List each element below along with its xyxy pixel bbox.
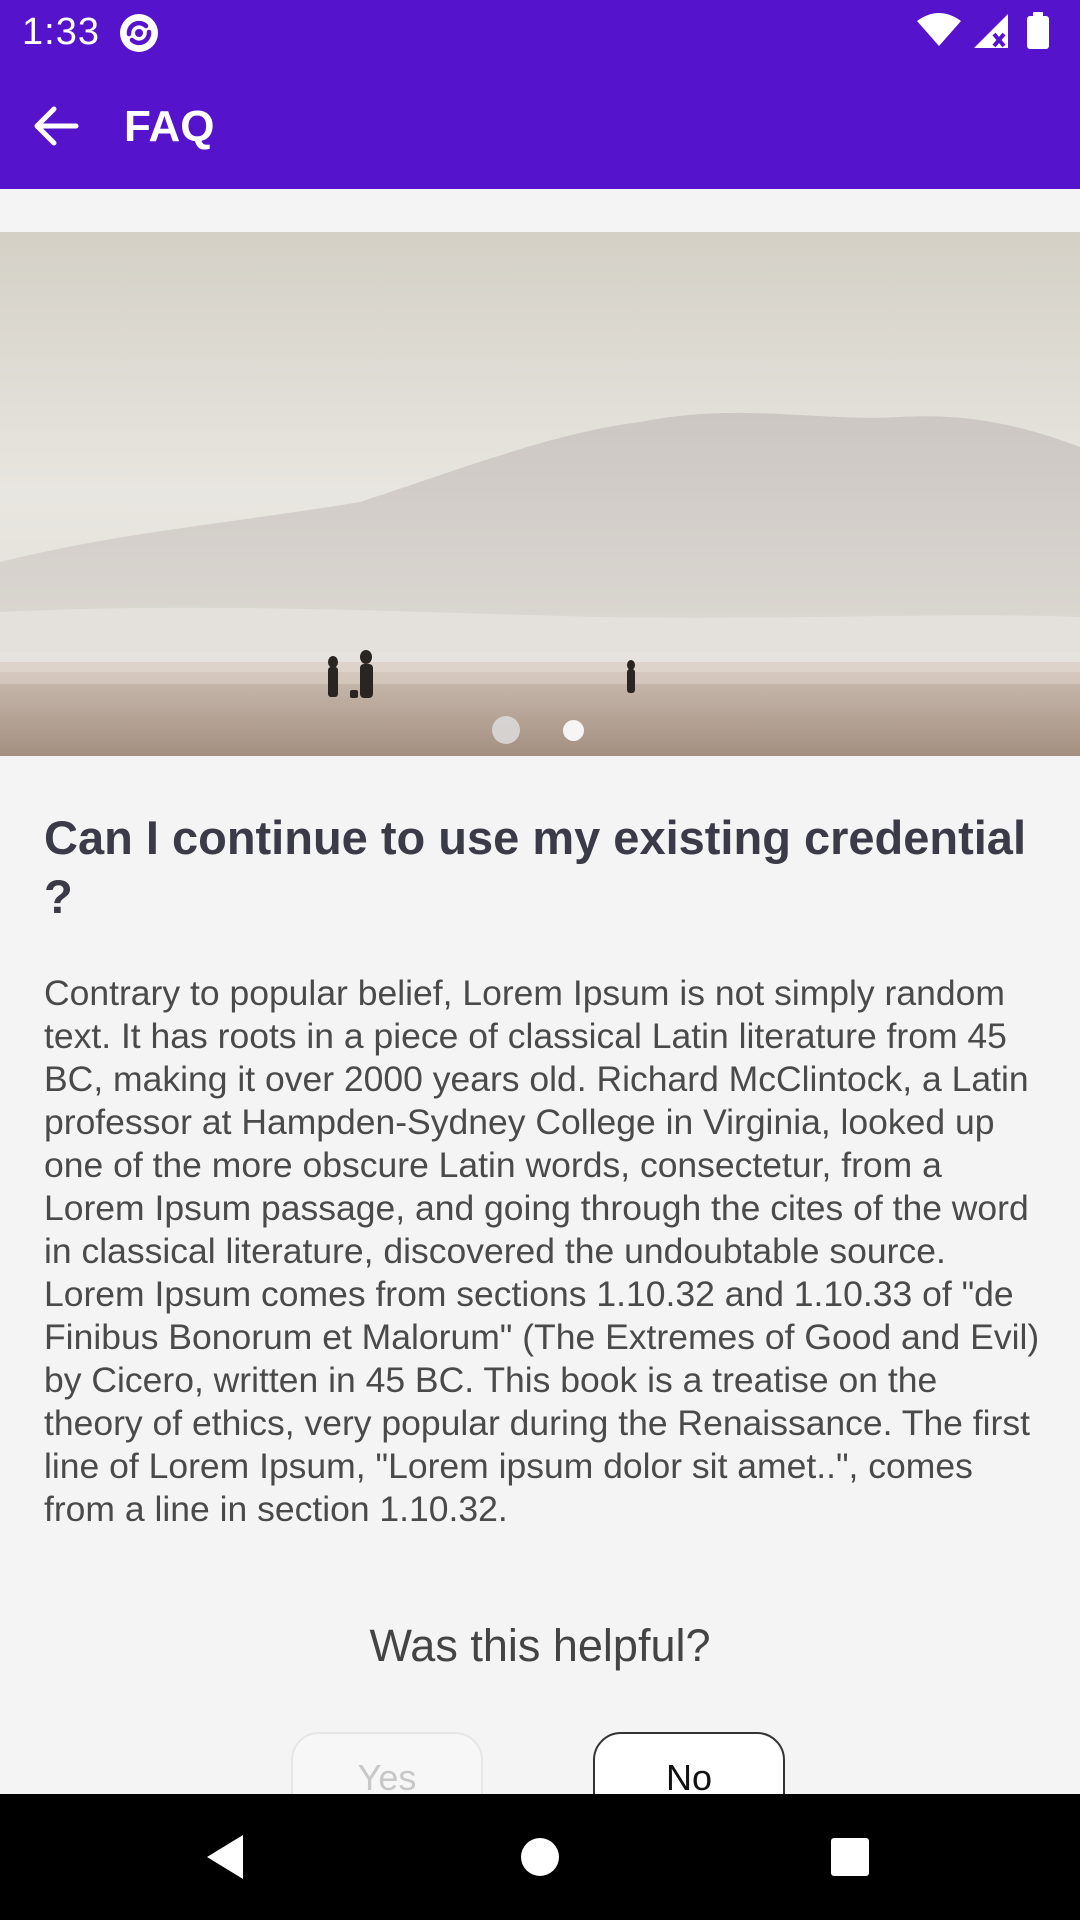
home-circle-icon [521,1838,559,1876]
app-bar: FAQ [0,63,1080,189]
back-button[interactable] [20,93,92,159]
helpful-prompt: Was this helpful? [369,1620,711,1671]
arrow-left-icon [34,106,79,146]
status-time: 1:33 [22,11,100,53]
carousel-image [0,232,1080,756]
faq-question: Can I continue to use my existing creden… [44,811,1026,923]
system-nav-bar [0,1794,1080,1920]
carousel-indicator [0,715,1080,745]
status-bar: 1:33 [0,0,1080,63]
nav-back-button[interactable] [190,1822,260,1892]
nav-recents-button[interactable] [815,1822,885,1892]
back-triangle-icon [207,1835,243,1879]
cell-signal-icon [974,14,1008,48]
nav-home-button[interactable] [505,1822,575,1892]
faq-answer: Contrary to popular belief, Lorem Ipsum … [44,973,1040,1529]
page-title: FAQ [124,102,215,151]
app-sync-icon [118,12,160,54]
status-icons [916,12,1066,52]
carousel-dot-2[interactable] [563,720,584,741]
recents-square-icon [831,1838,869,1876]
wifi-icon [917,13,961,46]
faq-screen: 1:33 FAQ Can I continue to use my existi… [0,0,1080,1920]
battery-icon [1027,12,1049,49]
carousel-dot-1[interactable] [492,716,520,744]
image-carousel[interactable] [0,232,1080,756]
